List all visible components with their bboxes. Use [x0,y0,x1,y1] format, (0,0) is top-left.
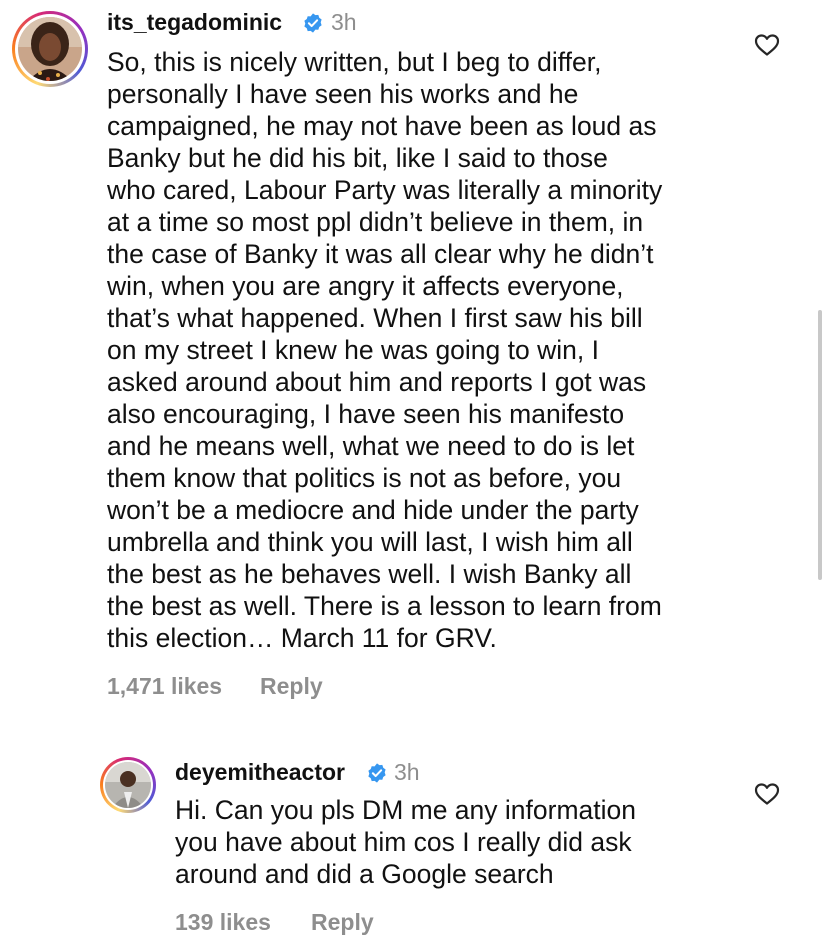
comment-text-line: asked around about him and reports I got… [107,367,647,397]
like-count[interactable]: 1,471 likes [107,673,222,700]
verified-badge-icon [302,12,324,39]
comment-text-line: win, when you are angry it affects every… [107,271,624,301]
reply-button[interactable]: Reply [260,673,323,700]
verified-badge-icon [366,762,388,789]
comment-text-line: on my street I knew he was going to win,… [107,335,599,365]
comment-username[interactable]: deyemitheactor [175,759,345,786]
comment-text-line: personally I have seen his works and he [107,79,579,109]
comment-text-line: the best as well. There is a lesson to l… [107,591,662,621]
comment-text-line: campaigned, he may not have been as loud… [107,111,657,141]
comment-text: Hi. Can you pls DM me any information yo… [175,794,636,890]
scrollbar[interactable] [818,310,822,580]
comment-text-line: them know that politics is not as before… [107,463,622,493]
comment-1: its_tegadominic 3h So, this is nicely wr… [0,0,829,710]
comment-text-line: umbrella and think you will last, I wish… [107,527,633,557]
avatar-story-ring[interactable] [12,11,88,87]
comment-text-line: this election… March 11 for GRV. [107,623,497,653]
comment-text-line: that’s what happened. When I first saw h… [107,303,643,333]
comment-text-line: you have about him cos I really did ask [175,827,632,857]
comment-2: deyemitheactor 3h Hi. Can you pls DM me … [0,740,829,940]
comment-text-line: Hi. Can you pls DM me any information [175,795,636,825]
avatar[interactable] [105,762,151,808]
comment-text-line: the best as he behaves well. I wish Bank… [107,559,632,589]
heart-icon[interactable] [754,33,780,62]
comment-text-line: at a time so most ppl didn’t believe in … [107,207,644,237]
like-count[interactable]: 139 likes [175,909,271,936]
comment-text: So, this is nicely written, but I beg to… [107,46,662,654]
comment-timestamp: 3h [394,759,420,785]
avatar-story-ring[interactable] [100,757,156,813]
comment-text-line: around and did a Google search [175,859,554,889]
comment-timestamp: 3h [331,9,357,35]
avatar[interactable] [18,17,82,81]
comment-text-line: won’t be a mediocre and hide under the p… [107,495,639,525]
comment-text-line: and he means well, what we need to do is… [107,431,635,461]
comment-username[interactable]: its_tegadominic [107,9,282,36]
comment-text-line: who cared, Labour Party was literally a … [107,175,663,205]
comment-text-line: the case of Banky it was all clear why h… [107,239,654,269]
comment-text-line: So, this is nicely written, but I beg to… [107,47,602,77]
heart-icon[interactable] [754,782,780,811]
comment-text-line: also encouraging, I have seen his manife… [107,399,625,429]
reply-button[interactable]: Reply [311,909,374,936]
comment-text-line: Banky but he did his bit, like I said to… [107,143,608,173]
